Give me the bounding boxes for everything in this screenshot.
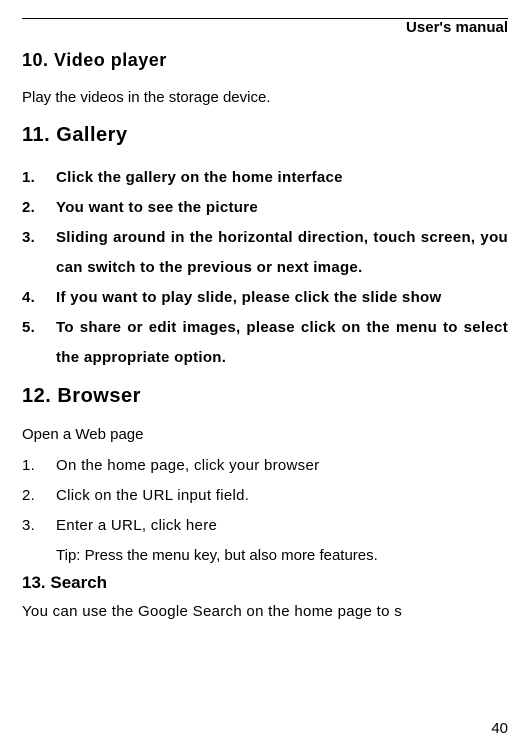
section-13-body: You can use the Google Search on the hom… (22, 599, 508, 625)
section-11-list: 1. Click the gallery on the home interfa… (22, 163, 508, 373)
section-12-intro: Open a Web page (22, 424, 508, 445)
section-10-body: Play the videos in the storage device. (22, 87, 508, 108)
section-12-tip: Tip: Press the menu key, but also more f… (56, 541, 508, 571)
list-num: 1. (22, 451, 56, 481)
list-item: 3. Enter a URL, click here (22, 511, 508, 541)
list-item: 3. Sliding around in the horizontal dire… (22, 223, 508, 283)
list-num: 4. (22, 283, 56, 313)
section-12-title: 12. Browser (22, 385, 508, 408)
list-text: On the home page, click your browser (56, 451, 508, 481)
section-13-title: 13. Search (22, 573, 508, 593)
header-title: User's manual (22, 19, 508, 36)
list-item: 4. If you want to play slide, please cli… (22, 283, 508, 313)
list-num: 2. (22, 481, 56, 511)
page-number: 40 (491, 720, 508, 737)
list-num: 2. (22, 193, 56, 223)
list-item: 1. On the home page, click your browser (22, 451, 508, 481)
section-11-title: 11. Gallery (22, 124, 508, 147)
list-text: Click on the URL input field. (56, 481, 508, 511)
list-item: 2. You want to see the picture (22, 193, 508, 223)
list-num: 3. (22, 511, 56, 541)
list-text: Click the gallery on the home interface (56, 163, 508, 193)
list-num: 5. (22, 313, 56, 373)
list-item: 2. Click on the URL input field. (22, 481, 508, 511)
list-text: To share or edit images, please click on… (56, 313, 508, 373)
list-num: 1. (22, 163, 56, 193)
list-num: 3. (22, 223, 56, 283)
list-text: If you want to play slide, please click … (56, 283, 508, 313)
list-text: You want to see the picture (56, 193, 508, 223)
list-text: Sliding around in the horizontal directi… (56, 223, 508, 283)
list-item: 1. Click the gallery on the home interfa… (22, 163, 508, 193)
section-12-list: 1. On the home page, click your browser … (22, 451, 508, 541)
list-item: 5. To share or edit images, please click… (22, 313, 508, 373)
section-10-title: 10. Video player (22, 50, 508, 71)
list-text: Enter a URL, click here (56, 511, 508, 541)
